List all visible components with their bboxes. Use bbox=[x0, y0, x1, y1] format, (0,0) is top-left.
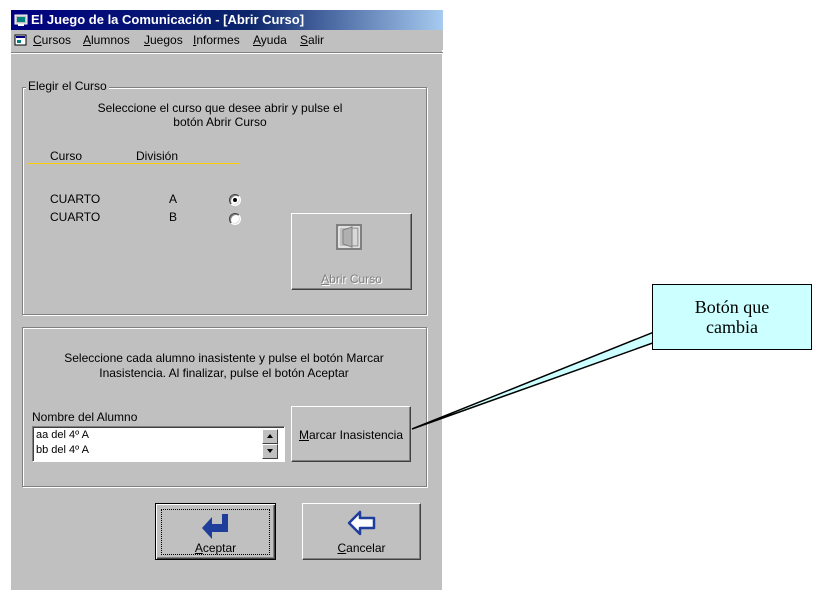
callout-box: Botón que cambia bbox=[652, 284, 812, 350]
callout-line2: cambia bbox=[706, 317, 758, 337]
callout-line1: Botón que bbox=[694, 297, 770, 317]
